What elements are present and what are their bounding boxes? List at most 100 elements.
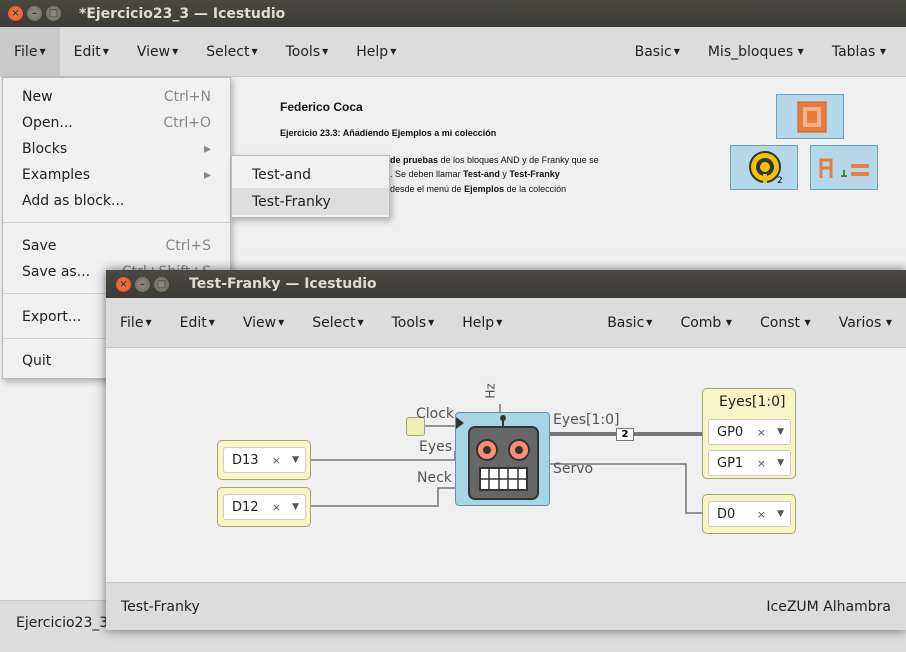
pin-select-gp1[interactable]: GP1 × ▼ <box>708 450 791 476</box>
menu-tablas[interactable]: Tablas ▼ <box>818 27 906 76</box>
pin-select-d12[interactable]: D12 × ▼ <box>223 494 306 520</box>
info-text: de la colección <box>504 184 567 194</box>
menu-label: Tools <box>391 314 427 331</box>
maximize-icon[interactable]: □ <box>46 6 61 21</box>
close-icon[interactable]: × <box>116 276 131 292</box>
input-block-d13[interactable]: D13 × ▼ <box>217 440 311 480</box>
memory-block-icon[interactable] <box>776 94 844 139</box>
clock-triangle-icon <box>456 417 464 429</box>
menu-mis-bloques[interactable]: Mis_bloques ▼ <box>694 27 818 76</box>
port-eyes-label: Eyes <box>419 439 453 455</box>
menu-comb[interactable]: Comb ▼ <box>666 298 746 347</box>
menu-item-save[interactable]: Save Ctrl+S <box>3 233 230 259</box>
menu-label: Varios <box>838 314 882 331</box>
pin-value: D0 <box>717 506 736 522</box>
item-shortcut: Ctrl+O <box>163 115 211 131</box>
input-block-d12[interactable]: D12 × ▼ <box>217 487 311 527</box>
dropdown-arrow-icon[interactable]: ▼ <box>777 458 784 468</box>
clear-icon[interactable]: × <box>272 454 281 467</box>
menu-label: Help <box>462 314 495 331</box>
item-label: Export... <box>22 309 82 325</box>
caret-down-icon: ▼ <box>802 318 811 327</box>
item-shortcut: Ctrl+N <box>163 89 211 105</box>
menu-basic[interactable]: Basic ▼ <box>621 27 694 76</box>
example-test-and[interactable]: Test-and <box>232 161 389 188</box>
menu-select[interactable]: Select ▼ <box>298 298 377 347</box>
output-block-eyes[interactable]: Eyes[1:0] GP0 × ▼ GP1 × ▼ <box>702 388 796 479</box>
menu-view[interactable]: View ▼ <box>123 27 192 76</box>
minimize-icon[interactable]: – <box>27 6 42 21</box>
menu-select[interactable]: Select ▼ <box>192 27 271 76</box>
menu-edit[interactable]: Edit ▼ <box>166 298 229 347</box>
info-bold: de pruebas <box>390 155 439 165</box>
dropdown-arrow-icon[interactable]: ▼ <box>292 455 299 465</box>
caret-down-icon: ▼ <box>883 318 892 327</box>
menu-label: Edit <box>73 43 101 60</box>
franky-block[interactable] <box>455 412 550 506</box>
port-hz-label: Hz <box>483 383 498 399</box>
clear-icon[interactable]: × <box>757 426 766 439</box>
menu-help[interactable]: Help ▼ <box>448 298 516 347</box>
menu-label: Comb <box>680 314 722 331</box>
output-block-servo[interactable]: D0 × ▼ <box>702 494 796 534</box>
item-label: New <box>22 89 53 105</box>
caret-down-icon: ▼ <box>208 318 215 327</box>
menu-edit[interactable]: Edit ▼ <box>60 27 123 76</box>
caret-down-icon: ▼ <box>322 47 329 56</box>
pin-value: GP1 <box>717 455 744 471</box>
clear-icon[interactable]: × <box>757 508 766 521</box>
port-neck-label: Neck <box>417 470 452 486</box>
menu-item-open[interactable]: Open... Ctrl+O <box>3 110 230 136</box>
item-shortcut: Ctrl+S <box>165 238 211 254</box>
maximize-icon[interactable]: □ <box>154 276 169 292</box>
menu-file[interactable]: File ▼ <box>106 298 166 347</box>
caret-down-icon: ▼ <box>39 47 46 56</box>
dropdown-arrow-icon[interactable]: ▼ <box>777 509 784 519</box>
submenu-arrow-icon: ▸ <box>203 167 211 183</box>
menu-help[interactable]: Help ▼ <box>342 27 410 76</box>
board-name: IceZUM Alhambra <box>766 598 891 615</box>
table-block-icon[interactable] <box>810 145 878 190</box>
project-name: Ejercicio23_3 <box>16 615 109 631</box>
menu-tools[interactable]: Tools ▼ <box>378 298 449 347</box>
info-text: . Se deben llamar <box>390 169 464 179</box>
menu-const[interactable]: Const ▼ <box>746 298 825 347</box>
menu-item-add-as-block[interactable]: Add as block... <box>3 188 230 214</box>
clear-icon[interactable]: × <box>757 457 766 470</box>
pin-value: D13 <box>232 452 259 468</box>
clear-icon[interactable]: × <box>272 501 281 514</box>
pin-select-gp0[interactable]: GP0 × ▼ <box>708 419 791 445</box>
example-test-franky[interactable]: Test-Franky <box>232 188 389 215</box>
info-author: Federico Coca <box>280 100 363 114</box>
close-icon[interactable]: × <box>8 6 23 21</box>
port-eyes-out-label: Eyes[1:0] <box>553 412 620 428</box>
caret-down-icon: ▼ <box>723 318 733 327</box>
menu-label: File <box>120 314 144 331</box>
table-lookup-icon <box>819 158 869 178</box>
info-line-1: de pruebas de los bloques AND y de Frank… <box>390 155 599 165</box>
menu-label: View <box>242 314 277 331</box>
menu-label: Tools <box>285 43 321 60</box>
bus-width-badge: 2 <box>616 428 634 441</box>
menu-file[interactable]: File ▼ <box>0 27 60 76</box>
menu-label: View <box>136 43 171 60</box>
circuit-canvas[interactable]: Clock Eyes Neck Hz Eyes[1:0] Servo 2 D13… <box>106 348 906 582</box>
caret-down-icon: ▼ <box>172 47 179 56</box>
minimize-icon[interactable]: – <box>135 276 150 292</box>
pin-select-d13[interactable]: D13 × ▼ <box>223 447 306 473</box>
menu-basic[interactable]: Basic ▼ <box>593 298 666 347</box>
menu-view[interactable]: View ▼ <box>229 298 298 347</box>
menu-varios[interactable]: Varios ▼ <box>825 298 906 347</box>
menu-item-new[interactable]: New Ctrl+N <box>3 84 230 110</box>
menu-item-blocks[interactable]: Blocks ▸ <box>3 136 230 162</box>
robot-icon <box>468 415 539 500</box>
menu-item-examples[interactable]: Examples ▸ <box>3 162 230 188</box>
dropdown-arrow-icon[interactable]: ▼ <box>777 427 784 437</box>
pin-select-d0[interactable]: D0 × ▼ <box>708 501 791 527</box>
lamp-block-icon[interactable]: 2 <box>730 145 798 190</box>
window-title: Test-Franky — Icestudio <box>189 276 377 292</box>
main-menubar: File ▼ Edit ▼ View ▼ Select ▼ Tools ▼ Help ▼ B… <box>0 27 906 77</box>
menu-tools[interactable]: Tools ▼ <box>272 27 343 76</box>
dropdown-arrow-icon[interactable]: ▼ <box>292 502 299 512</box>
info-heading: Ejercicio 23.3: Añadiendo Ejemplos a mi … <box>280 128 497 138</box>
